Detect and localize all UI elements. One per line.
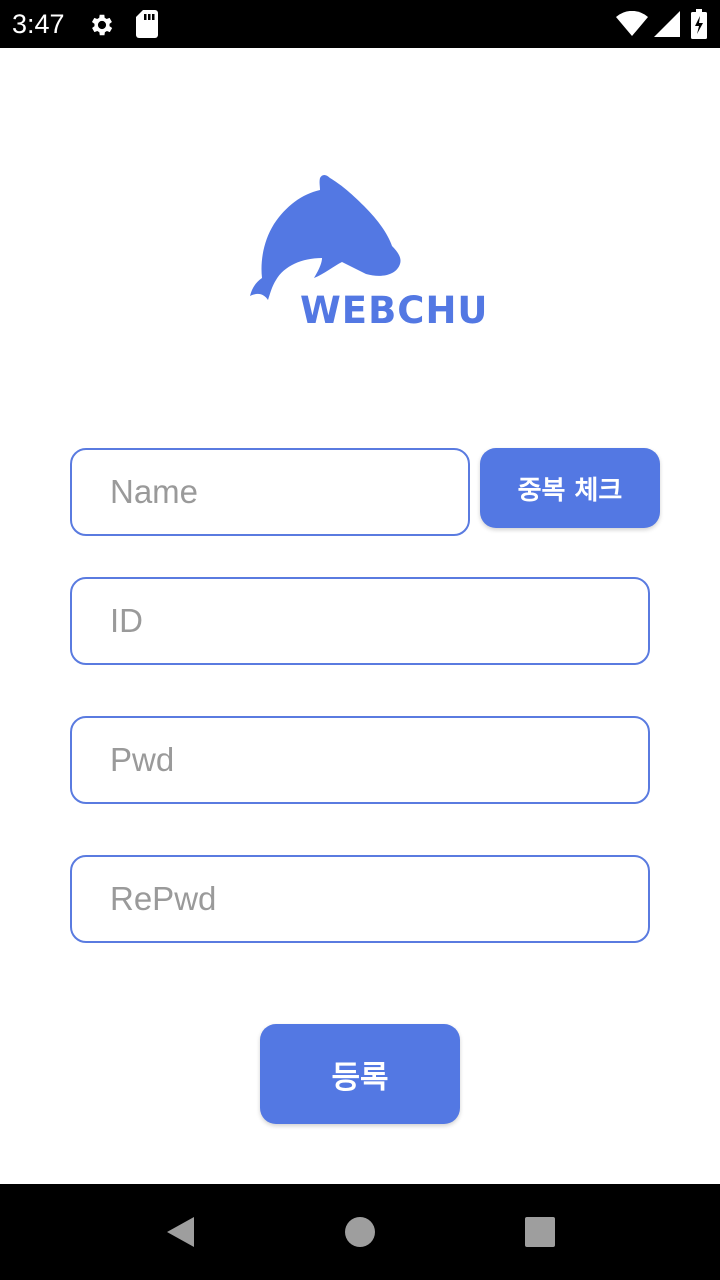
name-field[interactable]: [70, 448, 470, 536]
app-logo: WEBCHU: [240, 170, 487, 340]
logo-text: WEBCHU: [300, 289, 489, 332]
status-time: 3:47: [12, 9, 65, 39]
password-confirm-input[interactable]: [72, 857, 648, 941]
signal-icon: [654, 11, 680, 41]
password-field[interactable]: [70, 716, 650, 804]
id-field[interactable]: [70, 577, 650, 665]
name-input[interactable]: [72, 450, 468, 534]
duplicate-check-button[interactable]: 중복 체크: [480, 448, 660, 528]
sd-card-icon: [136, 10, 158, 42]
recents-icon[interactable]: [520, 1212, 560, 1252]
signup-screen: 3:47 WEBCHU Name 중복 체크 ID 등록: [0, 0, 720, 1280]
wifi-icon: [616, 10, 648, 41]
duplicate-check-label: 중복 체크: [517, 475, 623, 506]
dolphin-icon: [250, 175, 401, 300]
home-icon[interactable]: [340, 1212, 380, 1252]
battery-icon: [691, 9, 707, 43]
navigation-bar: [0, 1184, 720, 1280]
status-bar: 3:47: [0, 0, 720, 48]
register-button[interactable]: 등록: [260, 1024, 460, 1124]
gear-icon: [88, 11, 116, 43]
password-confirm-field[interactable]: [70, 855, 650, 943]
id-input[interactable]: [72, 579, 648, 663]
register-label: 등록: [331, 1059, 389, 1096]
password-input[interactable]: [72, 718, 648, 802]
back-icon[interactable]: [160, 1212, 200, 1252]
